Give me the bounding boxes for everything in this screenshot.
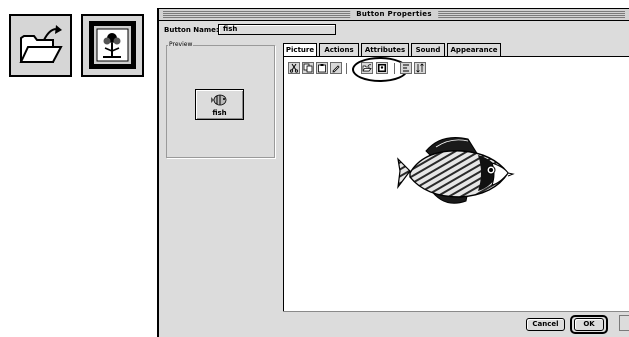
- copy-icon[interactable]: [302, 62, 314, 74]
- open-file-icon-zoomed: [9, 14, 72, 77]
- toolbar-separator: [394, 63, 395, 74]
- tab-sound[interactable]: Sound: [411, 43, 445, 56]
- button-name-field[interactable]: fish: [218, 24, 336, 35]
- cut-icon[interactable]: [288, 62, 300, 74]
- tab-picture[interactable]: Picture: [283, 43, 317, 57]
- paste-icon[interactable]: [316, 62, 328, 74]
- picture-panel: [283, 57, 629, 311]
- tab-actions[interactable]: Actions: [319, 43, 359, 56]
- button-properties-dialog: Button Properties Button Name: fish Prev…: [157, 8, 629, 337]
- resize-handle[interactable]: [619, 315, 629, 331]
- footer-divider: [283, 311, 629, 312]
- align-icon[interactable]: [400, 62, 412, 74]
- fish-icon: [211, 94, 227, 106]
- picture-frame-icon-zoomed: [81, 14, 144, 77]
- toolbar-separator: [346, 63, 347, 74]
- tab-attributes[interactable]: Attributes: [361, 43, 409, 56]
- preview-label: Preview: [168, 41, 194, 49]
- fish-picture: [397, 137, 515, 204]
- button-name-label: Button Name:: [164, 26, 219, 34]
- pencil-icon[interactable]: [330, 62, 342, 74]
- preview-button[interactable]: fish: [195, 89, 244, 120]
- tab-appearance[interactable]: Appearance: [447, 43, 501, 56]
- open-file-icon: [19, 25, 63, 63]
- title-bar[interactable]: Button Properties: [159, 9, 629, 21]
- picture-frame-icon: [89, 21, 136, 69]
- preview-button-label: fish: [212, 109, 227, 117]
- ok-button[interactable]: OK: [574, 318, 604, 331]
- dialog-title: Button Properties: [350, 9, 438, 20]
- cancel-button[interactable]: Cancel: [526, 318, 565, 331]
- sort-icon[interactable]: [414, 62, 426, 74]
